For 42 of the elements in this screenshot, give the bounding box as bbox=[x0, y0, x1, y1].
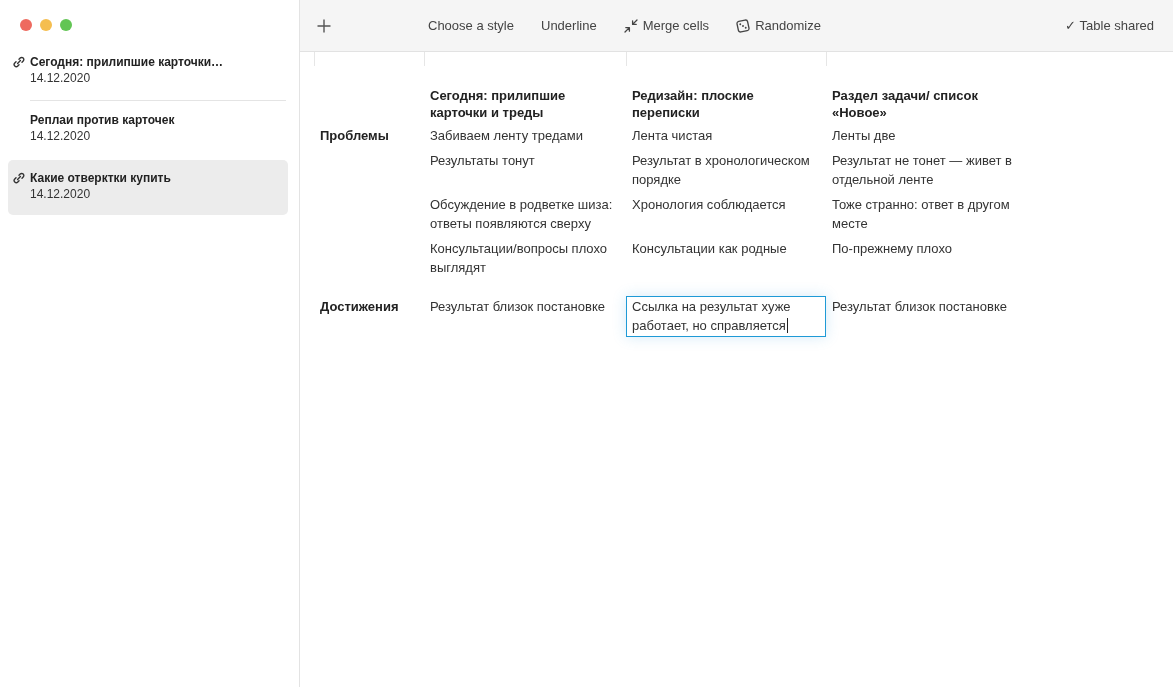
toolbar-button[interactable]: Choose a style bbox=[428, 18, 514, 33]
table-cell-text: Забиваем ленту тредами bbox=[429, 127, 584, 145]
table-cell-text: Ленты две bbox=[831, 127, 897, 145]
table-cell-text: Лента чистая bbox=[631, 127, 714, 145]
table-cell-text: Результат близок постановке bbox=[831, 298, 1008, 316]
text-cursor-icon bbox=[786, 318, 788, 333]
note-date: 14.12.2020 bbox=[30, 128, 92, 144]
table-cell-text: Результаты тонут bbox=[429, 152, 536, 170]
note-item[interactable]: Реплаи против карточек 14.12.2020 bbox=[8, 102, 288, 157]
row-label: Достижения bbox=[320, 299, 399, 314]
column-header: Редизайн: плоские переписки bbox=[632, 87, 755, 121]
table-cell-text: Консультации как родные bbox=[631, 240, 788, 258]
column-header: Сегодня: прилипшие карточки и треды bbox=[430, 87, 567, 121]
table-cell-text: Обсуждение в родветке шиза: ответы появляются сверху bbox=[429, 196, 614, 233]
toolbar-button[interactable]: Randomize bbox=[736, 18, 821, 33]
column-header: Раздел задачи/ список «Новое» bbox=[832, 87, 979, 121]
merge-arrows-icon bbox=[623, 18, 638, 33]
row-label: Проблемы bbox=[320, 128, 389, 143]
share-status: ✓ Table shared bbox=[1065, 18, 1154, 33]
plus-icon bbox=[317, 18, 331, 33]
window-zoom-button[interactable] bbox=[60, 19, 72, 31]
note-item[interactable]: Сегодня: прилипшие карточки… 14.12.2020 bbox=[8, 44, 288, 99]
note-title: Сегодня: прилипшие карточки… bbox=[30, 54, 225, 70]
table-cell-text: Результат близок постановке bbox=[429, 298, 606, 316]
window-close-button[interactable] bbox=[20, 19, 32, 31]
table-cell-text: Тоже странно: ответ в другом месте bbox=[831, 196, 1011, 233]
dice-icon bbox=[736, 18, 751, 33]
add-button[interactable] bbox=[316, 17, 332, 34]
table-cell-text: Консультации/вопросы плохо выглядят bbox=[429, 240, 609, 277]
table-cell-text: Результат в хронологическом порядке bbox=[631, 152, 811, 189]
note-title: Реплаи против карточек bbox=[30, 112, 176, 128]
table-cell-text: По-прежнему плохо bbox=[831, 240, 953, 258]
table-cell-text: Результат не тонет — живет в отдельной ленте bbox=[831, 152, 1013, 189]
toolbar-button[interactable]: Underline bbox=[541, 18, 597, 33]
note-title: Какие отверктки купить bbox=[30, 170, 172, 186]
window-minimize-button[interactable] bbox=[40, 19, 52, 31]
cell-input[interactable]: Ссылка на результат хуже работает, но справляется bbox=[626, 296, 826, 337]
table-cell-text: Хронология соблюдается bbox=[631, 196, 787, 214]
note-date: 14.12.2020 bbox=[30, 70, 92, 86]
note-item[interactable]: Какие отверктки купить 14.12.2020 bbox=[8, 160, 288, 215]
toolbar-button[interactable]: Merge cells bbox=[623, 18, 710, 33]
note-date: 14.12.2020 bbox=[30, 186, 92, 202]
